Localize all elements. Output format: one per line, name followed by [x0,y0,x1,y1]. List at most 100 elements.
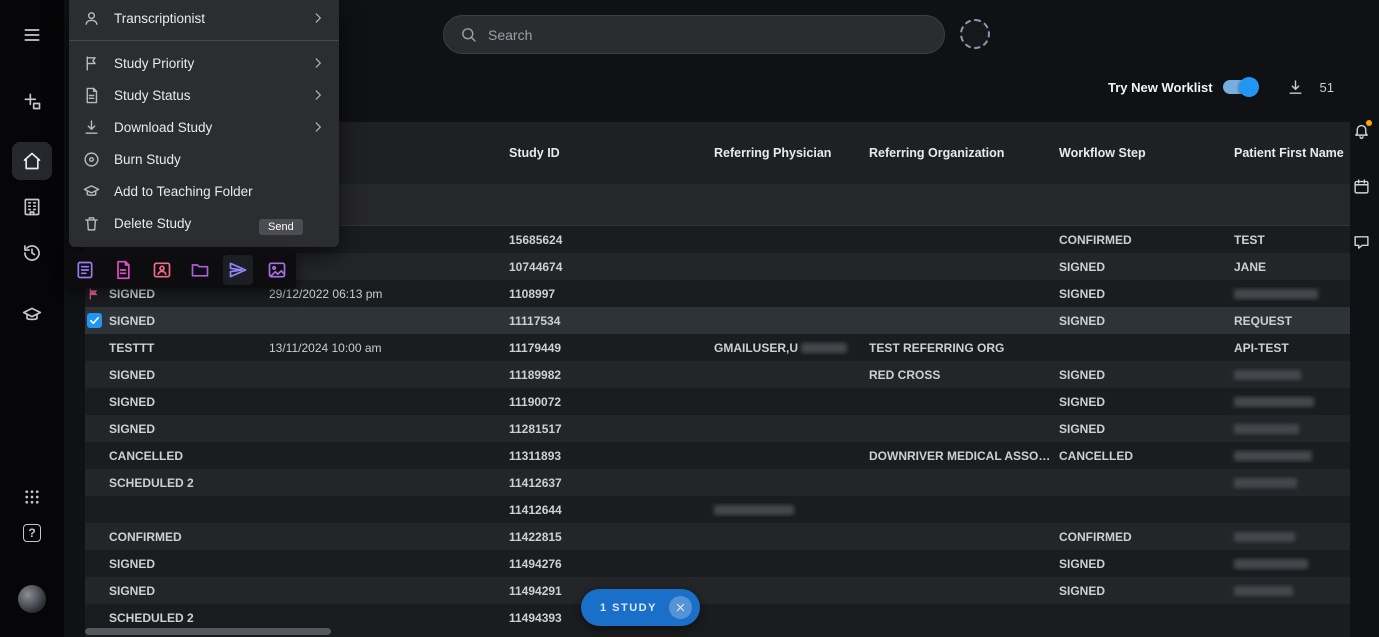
table-row[interactable]: SCHEDULED 211412637 [85,469,1350,496]
table-row[interactable]: CONFIRMED11422815CONFIRMED [85,523,1350,550]
menu-item-burn-study[interactable]: Burn Study [69,143,339,175]
menu-item-add-to-teaching-folder[interactable]: Add to Teaching Folder [69,175,339,207]
cell-phys: GMAILUSER,U [710,341,865,355]
add-study-icon[interactable] [12,82,52,120]
cell-patient [1230,530,1350,544]
cell-wf: SIGNED [1055,260,1230,274]
table-row[interactable]: SIGNED11494291SIGNED [85,577,1350,604]
profile-spinner-avatar[interactable] [960,19,990,49]
redacted-text [1234,478,1297,488]
teaching-cap-icon [83,183,100,200]
cell-id: 11189982 [505,368,710,382]
menu-item-label: Study Status [114,88,191,103]
cell-wf: SIGNED [1055,422,1230,436]
table-row[interactable]: CANCELLED11311893DOWNRIVER MEDICAL ASSOC… [85,442,1350,469]
report-icon[interactable] [70,255,100,285]
cell-wf: SIGNED [1055,557,1230,571]
cell-status: SIGNED [105,584,265,598]
trash-icon [83,215,100,232]
document-status-icon [83,87,100,104]
selection-pill: 1 STUDY [581,589,700,626]
user-avatar[interactable] [12,580,52,618]
cell-wf: CONFIRMED [1055,233,1230,247]
notifications-bell-icon[interactable] [1353,122,1370,139]
menu-icon[interactable] [12,16,52,54]
left-sidebar: ? [0,0,64,637]
table-row[interactable]: SIGNED11117534SIGNEDREQUEST [85,307,1350,334]
cell-gutter [85,287,105,301]
table-row[interactable]: SCHEDULED 211494393 [85,604,1350,631]
cell-id: 15685624 [505,233,710,247]
cell-org: TEST REFERRING ORG [865,341,1055,355]
column-header-study-id[interactable]: Study ID [505,146,710,160]
document-icon[interactable] [108,255,138,285]
table-row[interactable]: SIGNED11494276SIGNED [85,550,1350,577]
download-worklist-icon[interactable] [1287,79,1304,96]
menu-item-label: Burn Study [114,152,181,167]
quick-actions-bar [66,251,296,288]
row-checkbox[interactable] [87,313,102,328]
search-icon [460,26,477,43]
clear-selection-button[interactable] [669,596,692,619]
cell-patient [1230,422,1350,436]
redacted-text [714,505,794,515]
cell-patient: JANE [1230,260,1350,274]
calendar-icon[interactable] [1353,178,1370,195]
cell-date: 29/12/2022 06:13 pm [265,287,505,301]
search-input[interactable] [488,27,928,43]
cell-status: SIGNED [105,557,265,571]
cell-patient [1230,368,1350,382]
history-icon[interactable] [12,234,52,272]
patient-card-icon[interactable] [147,255,177,285]
cell-id: 11179449 [505,341,710,355]
cell-wf: SIGNED [1055,584,1230,598]
cell-wf: CANCELLED [1055,449,1230,463]
column-header-workflow-step[interactable]: Workflow Step [1055,146,1230,160]
cell-wf: SIGNED [1055,368,1230,382]
cell-patient: API-TEST [1230,341,1350,355]
cell-id: 11412637 [505,476,710,490]
cell-status: SIGNED [105,314,265,328]
close-icon [675,602,686,613]
cell-id: 11311893 [505,449,710,463]
cell-id: 10744674 [505,260,710,274]
worklist-controls: Try New Worklist 51 [1108,76,1334,98]
horizontal-scrollbar-thumb[interactable] [85,628,331,635]
menu-item-study-status[interactable]: Study Status [69,79,339,111]
menu-item-download-study[interactable]: Download Study [69,111,339,143]
redacted-text [1234,451,1312,461]
chat-icon[interactable] [1353,234,1370,251]
organization-icon[interactable] [12,188,52,226]
cell-status: SIGNED [105,368,265,382]
column-header-ref-physician[interactable]: Referring Physician [710,146,865,160]
table-row[interactable]: SIGNED11189982RED CROSSSIGNED [85,361,1350,388]
column-header-ref-org[interactable]: Referring Organization [865,146,1055,160]
home-icon[interactable] [12,142,52,180]
download-icon [83,119,100,136]
cell-status: CANCELLED [105,449,265,463]
menu-item-transcriptionist[interactable]: Transcriptionist [69,2,339,34]
redacted-text [1234,532,1295,542]
cell-patient [1230,557,1350,571]
teaching-icon[interactable] [12,296,52,334]
table-row[interactable]: SIGNED11190072SIGNED [85,388,1350,415]
cell-status: CONFIRMED [105,530,265,544]
help-icon[interactable]: ? [12,514,52,552]
table-row[interactable]: TESTTT13/11/2024 10:00 am11179449GMAILUS… [85,334,1350,361]
image-icon[interactable] [262,255,292,285]
cell-wf: SIGNED [1055,395,1230,409]
menu-item-study-priority[interactable]: Study Priority [69,47,339,79]
cell-id: 11117534 [505,314,710,328]
priority-flag-icon [83,55,100,72]
cell-patient [1230,476,1350,490]
cell-gutter [85,313,105,328]
table-row[interactable]: 11412644 [85,496,1350,523]
cell-phys [710,503,865,517]
table-row[interactable]: SIGNED11281517SIGNED [85,415,1350,442]
worklist-toggle[interactable] [1223,80,1257,94]
column-header-patient-first-name[interactable]: Patient First Name [1230,146,1350,160]
apps-grid-icon[interactable] [12,478,52,516]
send-icon[interactable] [223,255,253,285]
redacted-text [1234,586,1293,596]
folder-icon[interactable] [185,255,215,285]
